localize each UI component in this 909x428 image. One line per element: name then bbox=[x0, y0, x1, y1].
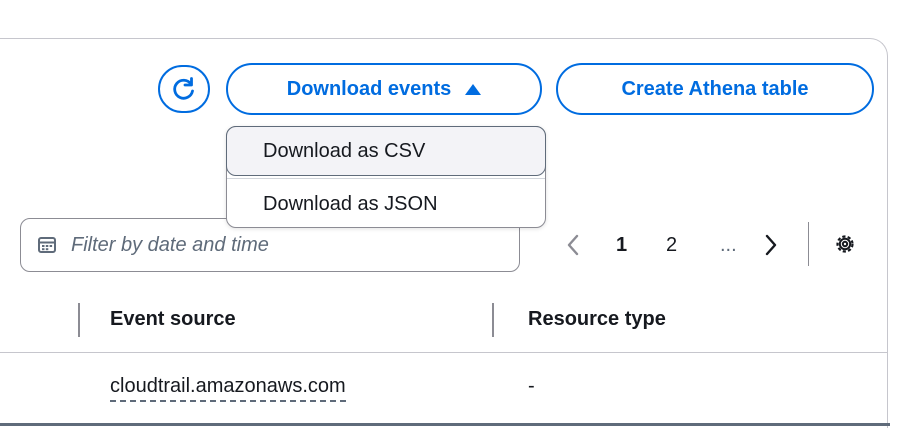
download-events-button[interactable]: Download events bbox=[226, 63, 542, 115]
menu-item-download-csv[interactable]: Download as CSV bbox=[226, 126, 546, 176]
gear-icon bbox=[836, 235, 854, 253]
create-athena-table-label: Create Athena table bbox=[621, 77, 809, 100]
chevron-right-icon bbox=[765, 234, 777, 256]
event-source-cell[interactable]: cloudtrail.amazonaws.com bbox=[110, 375, 346, 402]
menu-item-download-json[interactable]: Download as JSON bbox=[227, 179, 545, 229]
page-2-button[interactable]: 2 bbox=[666, 230, 677, 260]
calendar-icon bbox=[38, 237, 56, 253]
preferences-button[interactable] bbox=[834, 233, 856, 260]
next-page-button[interactable] bbox=[764, 230, 778, 260]
download-menu: Download as CSV Download as JSON bbox=[226, 126, 546, 228]
chevron-left-icon bbox=[567, 234, 579, 256]
page-ellipsis: ... bbox=[720, 233, 737, 256]
refresh-button[interactable] bbox=[158, 65, 210, 113]
previous-page-button[interactable] bbox=[566, 230, 580, 260]
column-header-resource-type[interactable]: Resource type bbox=[528, 308, 666, 331]
column-header-event-source[interactable]: Event source bbox=[110, 308, 236, 331]
header-row-divider bbox=[0, 352, 888, 353]
column-divider[interactable] bbox=[492, 303, 494, 337]
page-1-button[interactable]: 1 bbox=[616, 230, 627, 260]
caret-up-icon bbox=[465, 83, 482, 95]
resource-type-cell: - bbox=[528, 375, 535, 397]
download-events-label: Download events bbox=[286, 77, 452, 100]
create-athena-table-button[interactable]: Create Athena table bbox=[556, 63, 874, 115]
filter-placeholder: Filter by date and time bbox=[71, 233, 269, 256]
menu-item-label: Download as JSON bbox=[263, 192, 438, 215]
pagination-divider bbox=[808, 222, 809, 266]
menu-item-label: Download as CSV bbox=[263, 139, 426, 162]
column-divider[interactable] bbox=[78, 303, 80, 337]
refresh-icon bbox=[173, 77, 194, 100]
